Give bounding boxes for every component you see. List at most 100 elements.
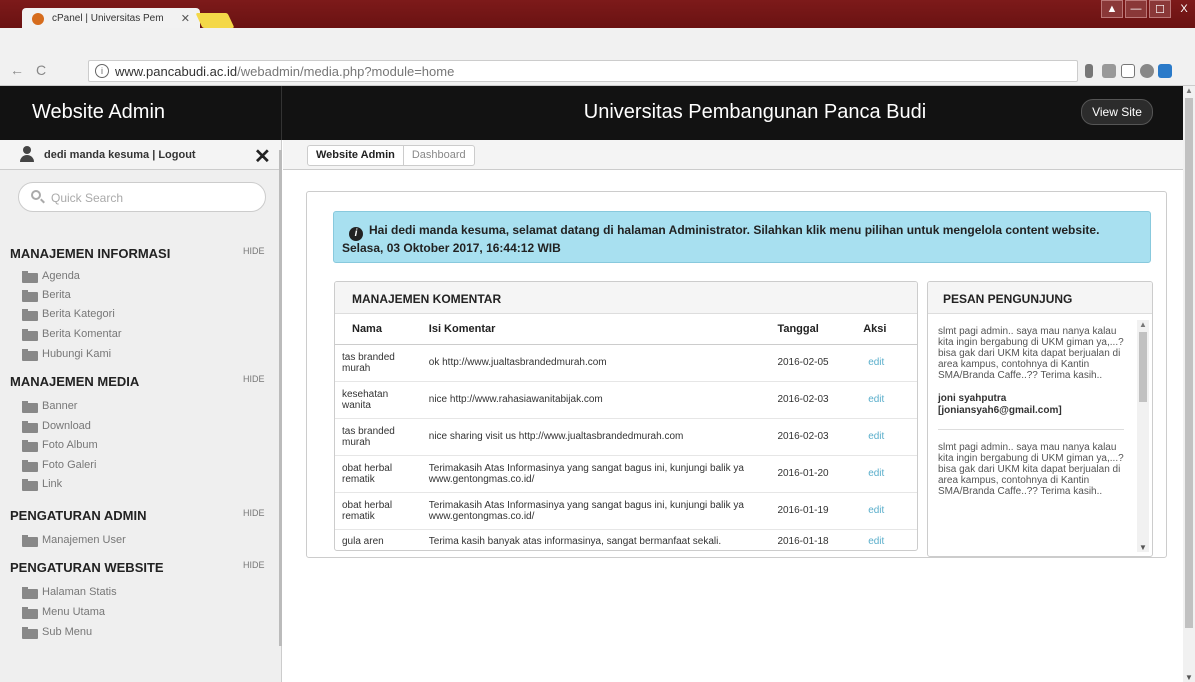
- sidebar-item-halaman-statis[interactable]: Halaman Statis: [22, 586, 117, 604]
- view-site-button[interactable]: View Site: [1081, 99, 1153, 125]
- pesan-sender: joni syahputra [joniansyah6@gmail.com]: [938, 393, 1062, 416]
- close-tab-icon[interactable]: ✕: [181, 12, 190, 25]
- reload-icon[interactable]: C: [36, 62, 58, 78]
- divider: [938, 429, 1124, 430]
- sidebar-item-hubungi-kami[interactable]: Hubungi Kami: [22, 348, 111, 366]
- sidebar-item-label: Agenda: [42, 270, 80, 282]
- sidebar-item-foto-album[interactable]: Foto Album: [22, 439, 98, 457]
- sidebar-item-download[interactable]: Download: [22, 420, 91, 438]
- close-window-button[interactable]: X: [1173, 0, 1195, 18]
- scroll-up-icon[interactable]: ▲: [1139, 320, 1147, 329]
- folder-icon: [22, 535, 38, 547]
- table-row: obat herbal rematik Terimakasih Atas Inf…: [335, 455, 917, 493]
- section-pengaturan-website[interactable]: PENGATURAN WEBSITE HIDE: [0, 560, 282, 580]
- sidebar-item-label: Sub Menu: [42, 626, 93, 638]
- folder-icon: [22, 421, 38, 433]
- info-icon: i: [349, 227, 363, 241]
- sidebar-item-sub-menu[interactable]: Sub Menu: [22, 626, 92, 644]
- sidebar-item-label: Banner: [42, 400, 78, 412]
- cell-tanggal: 2016-02-05: [777, 344, 854, 382]
- table-header-row: Nama Isi Komentar Tanggal Aksi: [335, 314, 917, 345]
- cell-isi: Terimakasih Atas Informasinya yang sanga…: [418, 492, 778, 530]
- section-pengaturan-admin[interactable]: PENGATURAN ADMIN HIDE: [0, 508, 282, 528]
- star-icon[interactable]: [1121, 64, 1135, 78]
- sidebar-item-label: Halaman Statis: [42, 586, 117, 598]
- address-bar[interactable]: i www.pancabudi.ac.id/webadmin/media.php…: [88, 60, 1078, 82]
- user-profile-icon[interactable]: ▲: [1101, 0, 1123, 18]
- scroll-thumb[interactable]: [1185, 98, 1193, 628]
- hide-toggle[interactable]: HIDE: [243, 374, 265, 384]
- section-manajemen-informasi[interactable]: MANAJEMEN INFORMASI HIDE: [0, 246, 282, 266]
- table-row: tas branded murah ok http://www.jualtasb…: [335, 344, 917, 382]
- edit-link[interactable]: edit: [853, 529, 917, 550]
- hide-toggle[interactable]: HIDE: [243, 560, 265, 570]
- cell-tanggal: 2016-02-03: [777, 418, 854, 456]
- cell-isi: nice http://www.rahasiawanitabijak.com: [418, 381, 778, 419]
- window-controls: ▲ — ☐ X: [1099, 0, 1195, 20]
- browser-tab[interactable]: cPanel | Universitas Pem ✕: [22, 8, 200, 30]
- scroll-down-icon[interactable]: ▼: [1139, 543, 1147, 552]
- table-row: kesehatan wanita nice http://www.rahasia…: [335, 381, 917, 419]
- breadcrumb-website-admin[interactable]: Website Admin: [308, 146, 404, 165]
- edit-link[interactable]: edit: [853, 492, 917, 530]
- sidebar-item-label: Manajemen User: [42, 534, 126, 546]
- sidebar: dedi manda kesuma | Logout ✕ Quick Searc…: [0, 140, 282, 682]
- cell-nama: tas branded murah: [335, 418, 419, 456]
- close-sidebar-icon[interactable]: ✕: [254, 144, 271, 169]
- hide-toggle[interactable]: HIDE: [243, 246, 265, 256]
- browser-titlebar: cPanel | Universitas Pem ✕ ▲ — ☐ X: [0, 0, 1195, 30]
- page-scrollbar[interactable]: ▲ ▼: [1183, 86, 1195, 682]
- cell-isi: ok http://www.jualtasbrandedmurah.com: [418, 344, 778, 382]
- breadcrumb-dashboard[interactable]: Dashboard: [404, 146, 474, 165]
- translate-icon[interactable]: [1102, 64, 1116, 78]
- key-icon[interactable]: [1085, 64, 1093, 78]
- minimize-button[interactable]: —: [1125, 0, 1147, 18]
- extension-icon[interactable]: [1140, 64, 1154, 78]
- komentar-table: Nama Isi Komentar Tanggal Aksi tas brand…: [335, 314, 917, 550]
- new-tab-button[interactable]: [195, 13, 235, 28]
- pesan-text: slmt pagi admin.. saya mau nanya kalau k…: [938, 326, 1124, 381]
- folder-icon: [22, 627, 38, 639]
- sidebar-item-link[interactable]: Link: [22, 478, 62, 496]
- quick-search-input[interactable]: Quick Search: [18, 182, 266, 212]
- user-logout-link[interactable]: dedi manda kesuma | Logout: [44, 149, 196, 161]
- sidebar-item-berita-komentar[interactable]: Berita Komentar: [22, 328, 121, 346]
- site-title: Universitas Pembangunan Panca Budi: [583, 101, 927, 123]
- scroll-thumb[interactable]: [1139, 332, 1147, 402]
- edit-link[interactable]: edit: [853, 418, 917, 456]
- sidebar-item-label: Hubungi Kami: [42, 348, 112, 360]
- sidebar-item-manajemen-user[interactable]: Manajemen User: [22, 534, 126, 552]
- sidebar-item-label: Berita Komentar: [42, 328, 122, 340]
- extension-new-icon[interactable]: [1158, 64, 1172, 78]
- scroll-down-icon[interactable]: ▼: [1185, 673, 1193, 682]
- scroll-up-icon[interactable]: ▲: [1185, 86, 1193, 95]
- sidebar-item-foto-galeri[interactable]: Foto Galeri: [22, 459, 96, 477]
- info-icon[interactable]: i: [95, 64, 109, 78]
- komentar-title: MANAJEMEN KOMENTAR: [335, 282, 917, 314]
- maximize-button[interactable]: ☐: [1149, 0, 1171, 18]
- section-title: PENGATURAN WEBSITE: [10, 560, 164, 575]
- sidebar-item-banner[interactable]: Banner: [22, 400, 77, 418]
- sidebar-item-berita[interactable]: Berita: [22, 289, 71, 307]
- section-manajemen-media[interactable]: MANAJEMEN MEDIA HIDE: [0, 374, 282, 394]
- tab-title: cPanel | Universitas Pem: [52, 13, 164, 24]
- sidebar-item-label: Menu Utama: [42, 606, 105, 618]
- sidebar-scrollbar[interactable]: [279, 150, 282, 646]
- col-tanggal: Tanggal: [777, 314, 854, 345]
- url-host: www.pancabudi.ac.id: [115, 64, 238, 79]
- sidebar-item-label: Berita Kategori: [42, 308, 115, 320]
- sidebar-item-berita-kategori[interactable]: Berita Kategori: [22, 308, 115, 326]
- pesan-text: slmt pagi admin.. saya mau nanya kalau k…: [938, 442, 1124, 497]
- hide-toggle[interactable]: HIDE: [243, 508, 265, 518]
- back-icon[interactable]: ←: [10, 62, 36, 78]
- edit-link[interactable]: edit: [853, 455, 917, 493]
- brand-title: Website Admin: [0, 86, 282, 140]
- folder-icon: [22, 440, 38, 452]
- col-nama: Nama: [335, 314, 419, 345]
- edit-link[interactable]: edit: [853, 381, 917, 419]
- edit-link[interactable]: edit: [853, 344, 917, 382]
- pesan-scrollbar[interactable]: ▲ ▼: [1137, 320, 1149, 552]
- sidebar-item-agenda[interactable]: Agenda: [22, 270, 80, 288]
- sidebar-item-label: Link: [42, 478, 63, 490]
- sidebar-item-menu-utama[interactable]: Menu Utama: [22, 606, 105, 624]
